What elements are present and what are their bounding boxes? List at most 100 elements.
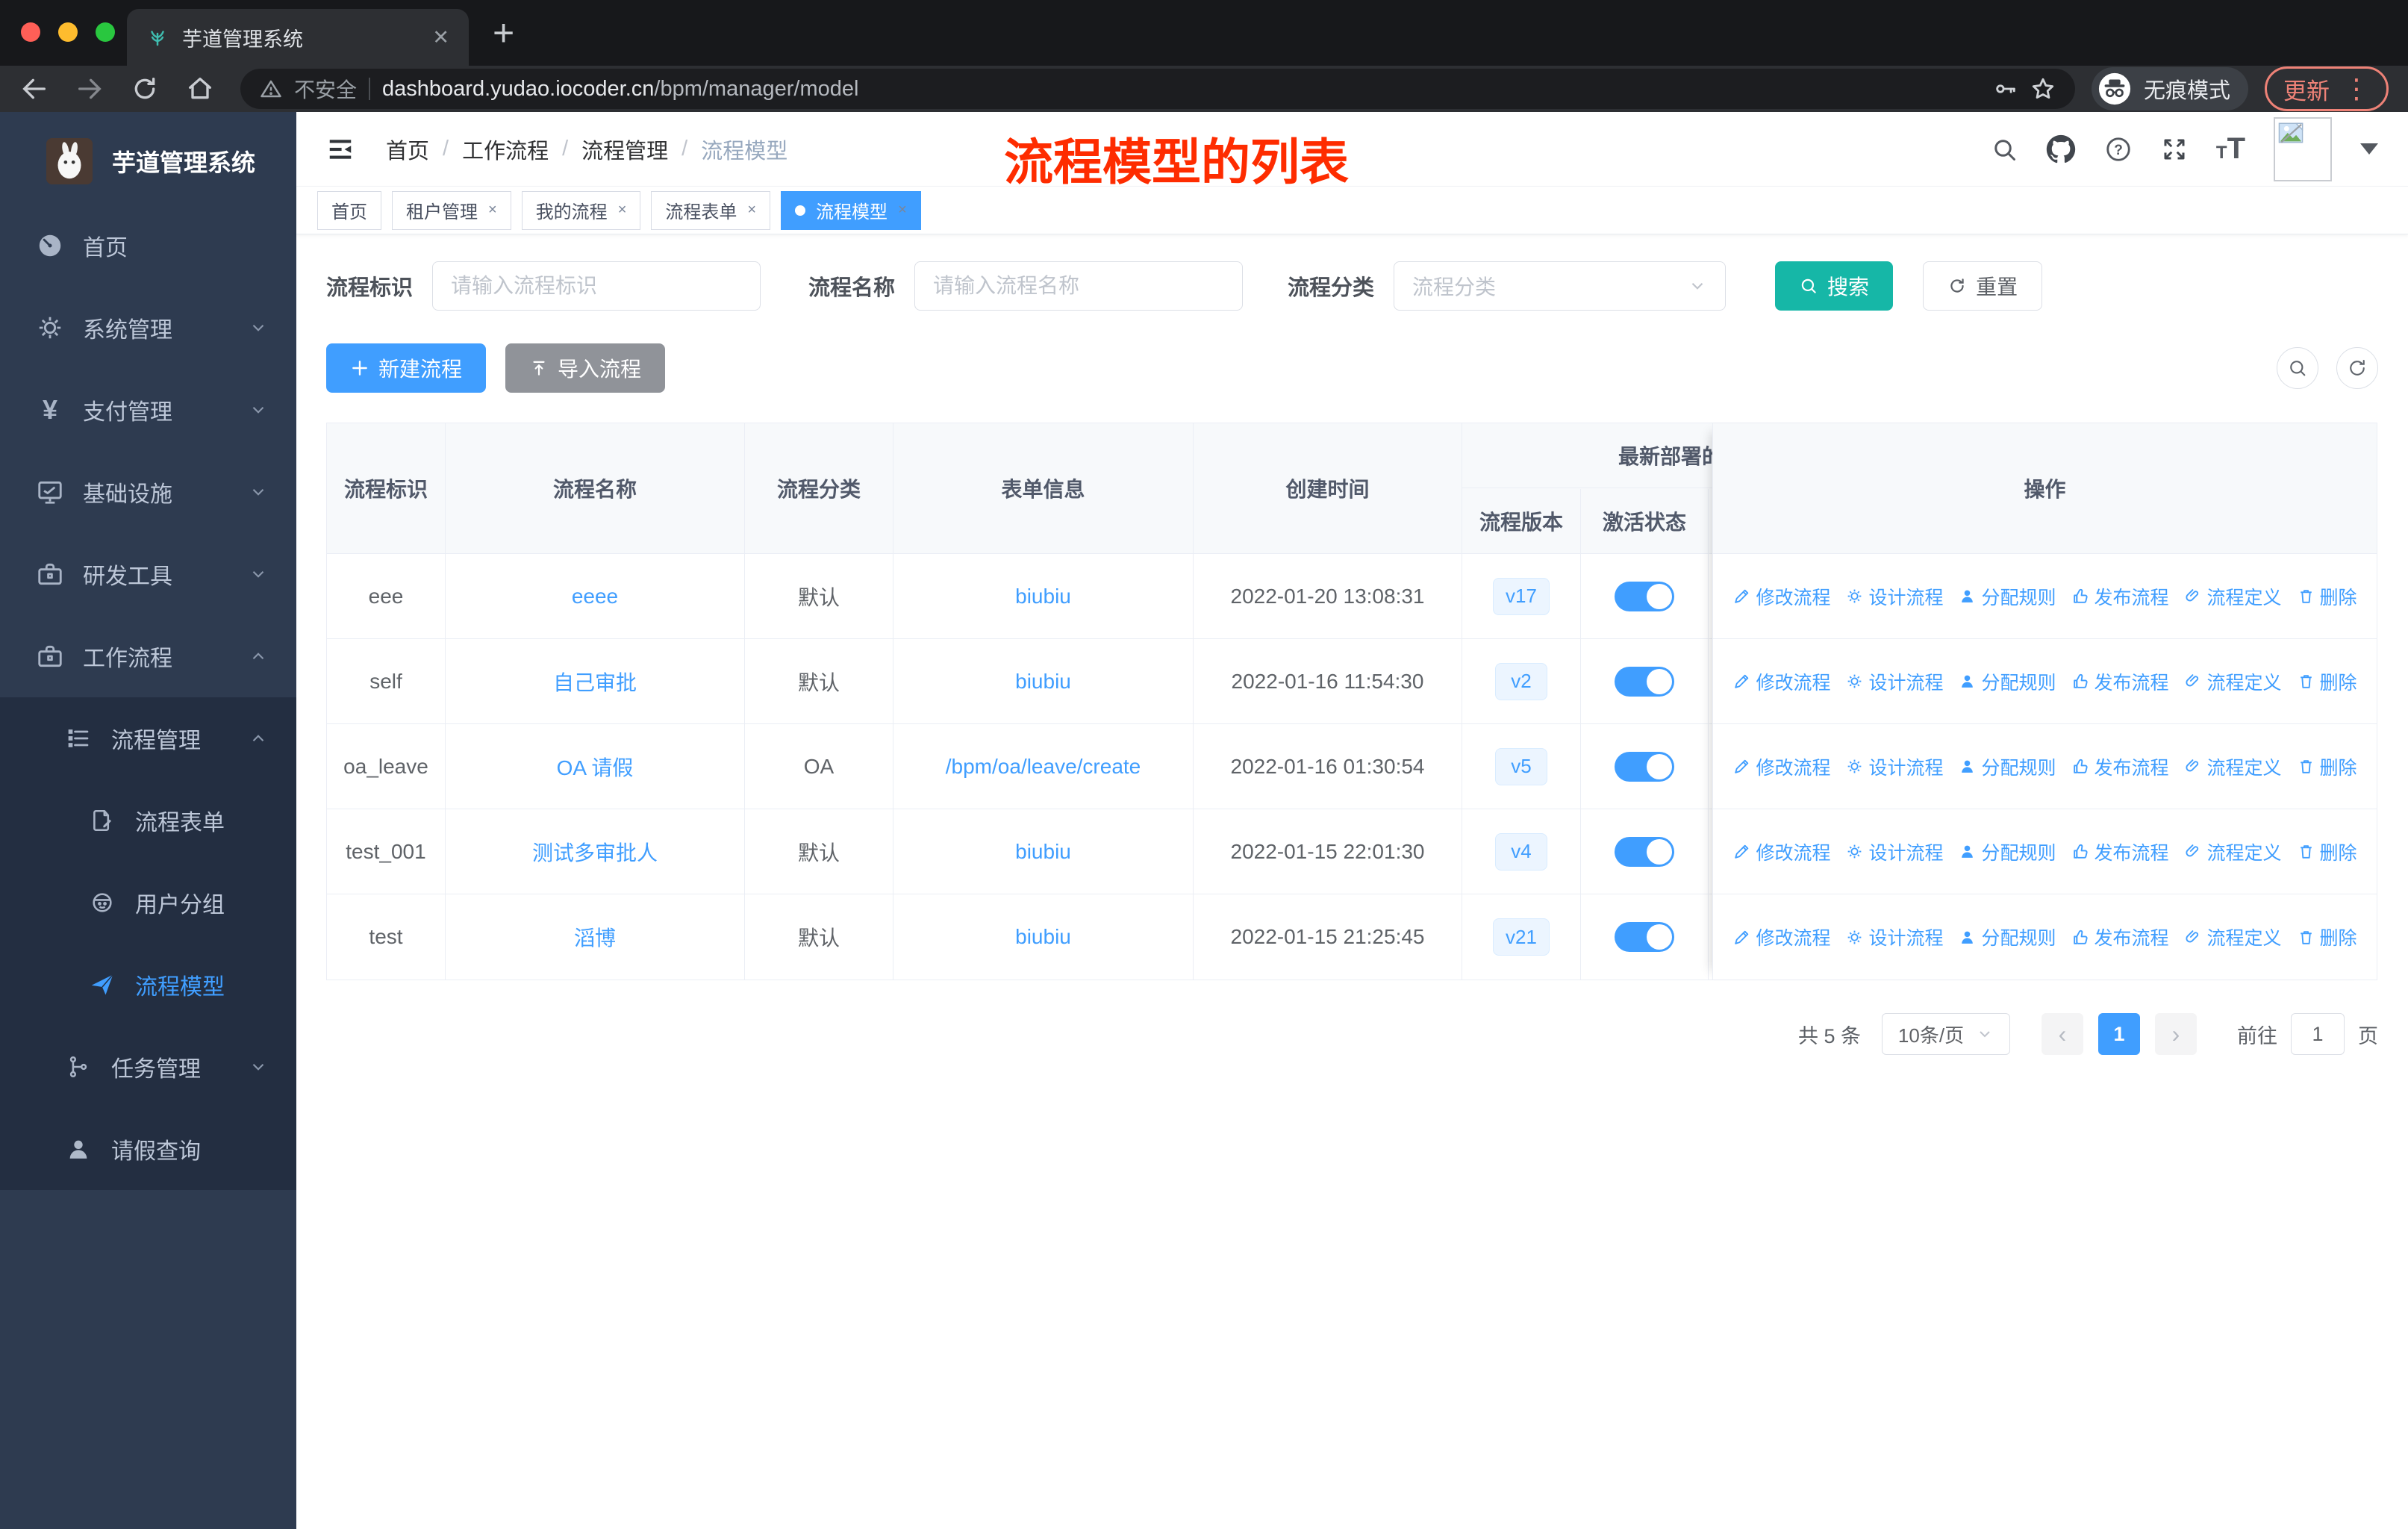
sidebar-item-home[interactable]: 首页 <box>0 205 296 287</box>
reload-icon[interactable] <box>130 74 160 104</box>
sidebar-item-infra[interactable]: 基础设施 <box>0 451 296 533</box>
github-icon[interactable] <box>2046 134 2076 164</box>
avatar-caret-icon[interactable] <box>2360 143 2378 155</box>
active-toggle[interactable] <box>1615 666 1674 697</box>
avatar[interactable] <box>2274 116 2332 181</box>
form-info-link[interactable]: biubiu <box>893 554 1194 638</box>
tab-close-icon[interactable]: ✕ <box>432 26 449 49</box>
form-info-link[interactable]: biubiu <box>893 894 1194 980</box>
address-bar[interactable]: 不安全 dashboard.yudao.iocoder.cn/bpm/manag… <box>240 69 2075 109</box>
fullscreen-icon[interactable] <box>2161 136 2188 163</box>
active-toggle[interactable] <box>1615 836 1674 867</box>
refresh-table-button[interactable] <box>2336 347 2378 389</box>
process-name-link[interactable]: eeee <box>446 554 745 638</box>
publish-process-link[interactable]: 发布流程 <box>2071 838 2169 865</box>
forward-icon[interactable] <box>75 74 105 104</box>
sidebar-item-process-form[interactable]: 流程表单 <box>0 779 296 862</box>
reset-button[interactable]: 重置 <box>1923 261 2043 311</box>
next-page-button[interactable]: › <box>2155 1013 2197 1055</box>
assign-rule-link[interactable]: 分配规则 <box>1958 668 2056 695</box>
browser-tab[interactable]: 芋道管理系统 ✕ <box>127 9 469 66</box>
publish-process-link[interactable]: 发布流程 <box>2071 924 2169 950</box>
process-definition-link[interactable]: 流程定义 <box>2184 838 2282 865</box>
sidebar-item-user-group[interactable]: 用户分组 <box>0 862 296 944</box>
process-key-input[interactable] <box>432 261 761 311</box>
design-process-link[interactable]: 设计流程 <box>1845 583 1943 610</box>
assign-rule-link[interactable]: 分配规则 <box>1958 753 2056 780</box>
breadcrumb-workflow[interactable]: 工作流程 <box>462 134 549 165</box>
delete-process-link[interactable]: 删除 <box>2297 668 2357 695</box>
assign-rule-link[interactable]: 分配规则 <box>1958 924 2056 950</box>
design-process-link[interactable]: 设计流程 <box>1845 838 1943 865</box>
breadcrumb-home[interactable]: 首页 <box>386 134 429 165</box>
import-process-button[interactable]: 导入流程 <box>505 343 666 393</box>
active-toggle[interactable] <box>1615 751 1674 782</box>
close-tag-icon[interactable]: × <box>747 202 756 219</box>
active-toggle[interactable] <box>1615 922 1674 952</box>
tag-process-model-active[interactable]: 流程模型 × <box>781 190 921 230</box>
chrome-update-button[interactable]: 更新 ⋮ <box>2265 66 2389 111</box>
delete-process-link[interactable]: 删除 <box>2297 838 2357 865</box>
tag-my-process[interactable]: 我的流程 × <box>521 190 641 230</box>
process-definition-link[interactable]: 流程定义 <box>2184 753 2282 780</box>
assign-rule-link[interactable]: 分配规则 <box>1958 838 2056 865</box>
sidebar-item-devtools[interactable]: 研发工具 <box>0 533 296 615</box>
process-name-link[interactable]: 自己审批 <box>446 639 745 723</box>
process-definition-link[interactable]: 流程定义 <box>2184 924 2282 950</box>
close-tag-icon[interactable]: × <box>618 202 627 219</box>
process-definition-link[interactable]: 流程定义 <box>2184 668 2282 695</box>
help-icon[interactable]: ? <box>2104 135 2133 164</box>
form-info-link[interactable]: biubiu <box>893 809 1194 894</box>
sidebar-item-pay[interactable]: ¥ 支付管理 <box>0 369 296 451</box>
design-process-link[interactable]: 设计流程 <box>1845 753 1943 780</box>
active-toggle[interactable] <box>1615 581 1674 611</box>
process-name-input[interactable] <box>914 261 1244 311</box>
close-window-button[interactable] <box>21 22 40 42</box>
process-name-link[interactable]: OA 请假 <box>446 724 745 809</box>
sidebar-item-leave-query[interactable]: 请假查询 <box>0 1108 296 1190</box>
minimize-window-button[interactable] <box>58 22 78 42</box>
goto-page-input[interactable] <box>2291 1013 2345 1055</box>
show-search-button[interactable] <box>2277 347 2318 389</box>
tag-tenant[interactable]: 租户管理 × <box>392 190 511 230</box>
search-button[interactable]: 搜索 <box>1775 261 1894 311</box>
breadcrumb-process-mgmt[interactable]: 流程管理 <box>581 134 668 165</box>
form-info-link[interactable]: /bpm/oa/leave/create <box>893 724 1194 809</box>
sidebar-item-workflow[interactable]: 工作流程 <box>0 615 296 697</box>
new-tab-button[interactable]: + <box>493 10 514 55</box>
design-process-link[interactable]: 设计流程 <box>1845 924 1943 950</box>
close-tag-icon[interactable]: × <box>488 202 497 219</box>
home-icon[interactable] <box>185 74 215 104</box>
publish-process-link[interactable]: 发布流程 <box>2071 583 2169 610</box>
browser-menu-icon[interactable]: ⋮ <box>2343 73 2370 105</box>
prev-page-button[interactable]: ‹ <box>2042 1013 2083 1055</box>
design-process-link[interactable]: 设计流程 <box>1845 668 1943 695</box>
sidebar-item-system[interactable]: 系统管理 <box>0 287 296 369</box>
search-icon[interactable] <box>1991 136 2018 163</box>
font-size-icon[interactable]: TT <box>2216 132 2245 166</box>
collapse-sidebar-icon[interactable] <box>326 135 355 164</box>
modify-process-link[interactable]: 修改流程 <box>1732 924 1830 950</box>
category-select[interactable]: 流程分类 <box>1394 261 1727 311</box>
back-icon[interactable] <box>19 74 49 104</box>
password-key-icon[interactable] <box>1993 76 2018 102</box>
modify-process-link[interactable]: 修改流程 <box>1732 753 1830 780</box>
modify-process-link[interactable]: 修改流程 <box>1732 838 1830 865</box>
delete-process-link[interactable]: 删除 <box>2297 753 2357 780</box>
version-tag[interactable]: v2 <box>1495 662 1547 700</box>
version-tag[interactable]: v21 <box>1493 918 1550 956</box>
tag-process-form[interactable]: 流程表单 × <box>651 190 771 230</box>
publish-process-link[interactable]: 发布流程 <box>2071 753 2169 780</box>
delete-process-link[interactable]: 删除 <box>2297 583 2357 610</box>
modify-process-link[interactable]: 修改流程 <box>1732 583 1830 610</box>
tag-home[interactable]: 首页 <box>317 190 381 230</box>
publish-process-link[interactable]: 发布流程 <box>2071 668 2169 695</box>
create-process-button[interactable]: 新建流程 <box>326 343 487 393</box>
form-info-link[interactable]: biubiu <box>893 639 1194 723</box>
modify-process-link[interactable]: 修改流程 <box>1732 668 1830 695</box>
page-size-select[interactable]: 10条/页 <box>1882 1013 2010 1055</box>
close-tag-icon[interactable]: × <box>898 202 907 219</box>
assign-rule-link[interactable]: 分配规则 <box>1958 583 2056 610</box>
zoom-window-button[interactable] <box>96 22 115 42</box>
version-tag[interactable]: v5 <box>1495 747 1547 785</box>
